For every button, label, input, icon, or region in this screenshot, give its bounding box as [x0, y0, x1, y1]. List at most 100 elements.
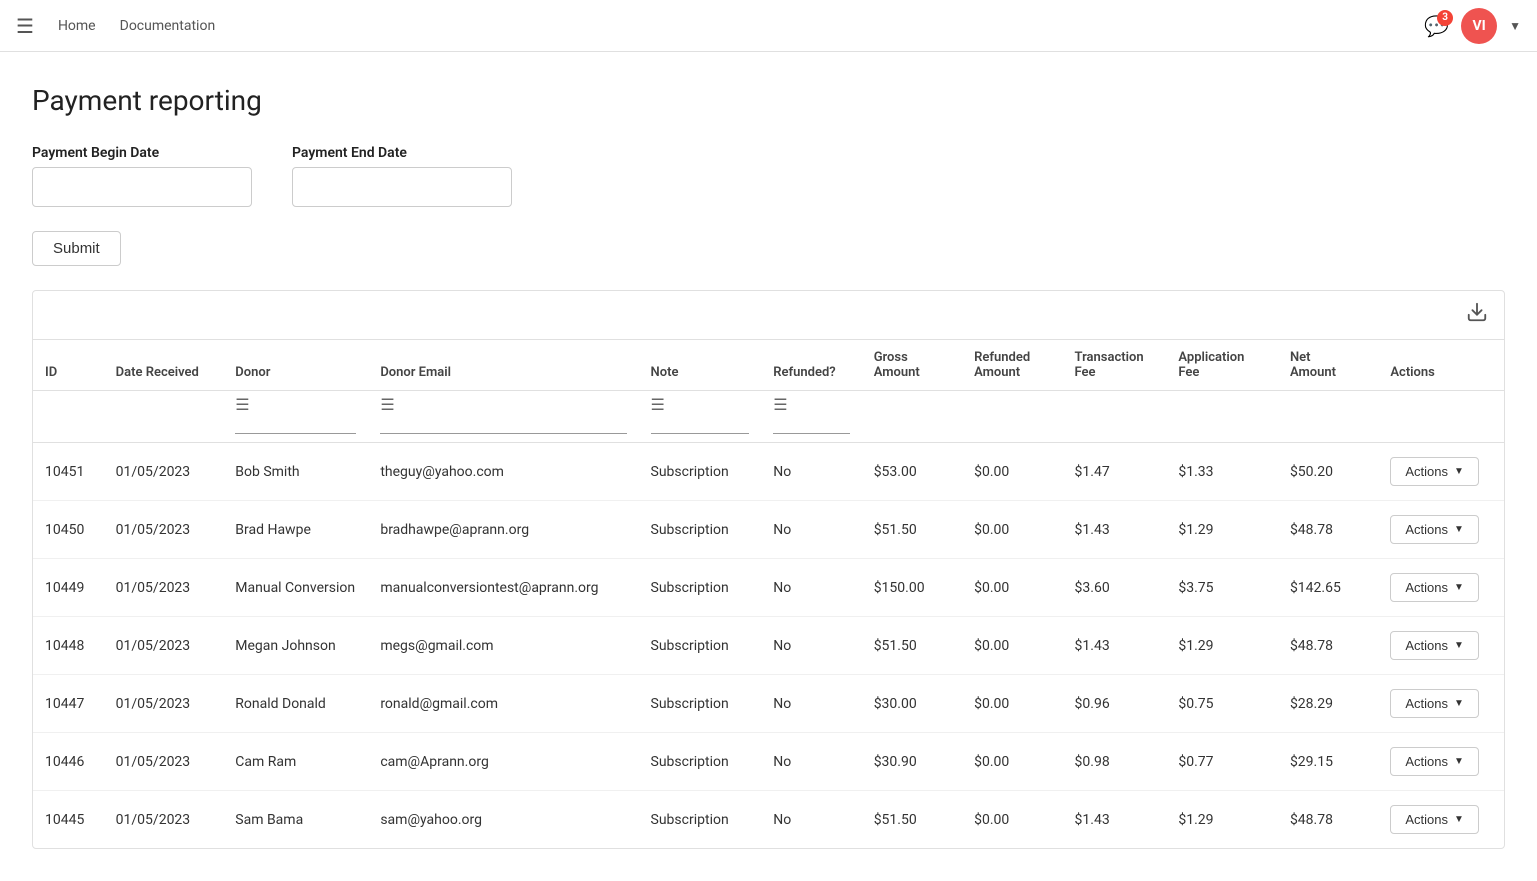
cell-tx-fee: $1.43 [1063, 501, 1167, 559]
submit-button[interactable]: Submit [32, 231, 121, 266]
begin-date-input[interactable] [32, 167, 252, 207]
cell-refunded: No [761, 675, 861, 733]
cell-id: 10448 [33, 617, 104, 675]
actions-chevron-icon: ▼ [1454, 466, 1464, 477]
cell-refunded-amt: $0.00 [962, 733, 1062, 791]
cell-app-fee: $0.77 [1166, 733, 1278, 791]
filter-date [104, 391, 224, 443]
notification-badge: 3 [1437, 10, 1453, 26]
actions-chevron-icon: ▼ [1454, 582, 1464, 593]
avatar[interactable]: VI [1461, 8, 1497, 44]
filter-refunded-icon[interactable]: ☰ [773, 395, 787, 414]
actions-button[interactable]: Actions ▼ [1390, 573, 1479, 602]
actions-button[interactable]: Actions ▼ [1390, 747, 1479, 776]
end-date-input[interactable] [292, 167, 512, 207]
cell-note: Subscription [639, 791, 762, 849]
cell-donor: Cam Ram [223, 733, 368, 791]
actions-chevron-icon: ▼ [1454, 698, 1464, 709]
table-body: 10451 01/05/2023 Bob Smith theguy@yahoo.… [33, 443, 1504, 849]
cell-donor: Brad Hawpe [223, 501, 368, 559]
payment-table: ID Date Received Donor Donor Email Note … [33, 340, 1504, 848]
col-header-note: Note [639, 340, 762, 391]
cell-donor: Ronald Donald [223, 675, 368, 733]
nav-documentation[interactable]: Documentation [120, 18, 216, 34]
col-header-gross: GrossAmount [862, 340, 962, 391]
filter-donor-input[interactable] [235, 414, 356, 434]
actions-button[interactable]: Actions ▼ [1390, 515, 1479, 544]
cell-email: sam@yahoo.org [368, 791, 638, 849]
cell-net: $142.65 [1278, 559, 1378, 617]
filter-appfee [1166, 391, 1278, 443]
cell-actions: Actions ▼ [1378, 617, 1504, 675]
cell-gross: $150.00 [862, 559, 962, 617]
actions-chevron-icon: ▼ [1454, 524, 1464, 535]
col-header-actions: Actions [1378, 340, 1504, 391]
actions-label: Actions [1405, 522, 1448, 537]
download-icon [1466, 301, 1488, 323]
actions-button[interactable]: Actions ▼ [1390, 689, 1479, 718]
cell-app-fee: $0.75 [1166, 675, 1278, 733]
cell-id: 10449 [33, 559, 104, 617]
filter-donor-icon[interactable]: ☰ [235, 395, 249, 414]
table-header-row: ID Date Received Donor Donor Email Note … [33, 340, 1504, 391]
cell-actions: Actions ▼ [1378, 559, 1504, 617]
cell-refunded: No [761, 791, 861, 849]
cell-app-fee: $1.29 [1166, 501, 1278, 559]
end-date-group: Payment End Date [292, 145, 512, 207]
filter-refunded-input[interactable] [773, 414, 849, 434]
cell-net: $28.29 [1278, 675, 1378, 733]
hamburger-icon[interactable]: ☰ [16, 14, 34, 38]
table-filter-row: ☰ ☰ ☰ ☰ [33, 391, 1504, 443]
filter-gross [862, 391, 962, 443]
cell-donor: Sam Bama [223, 791, 368, 849]
cell-tx-fee: $0.98 [1063, 733, 1167, 791]
navbar-left: ☰ Home Documentation [16, 14, 215, 38]
col-header-date: Date Received [104, 340, 224, 391]
cell-refunded-amt: $0.00 [962, 443, 1062, 501]
avatar-chevron-icon[interactable]: ▼ [1509, 19, 1521, 33]
filter-txfee [1063, 391, 1167, 443]
actions-chevron-icon: ▼ [1454, 814, 1464, 825]
cell-actions: Actions ▼ [1378, 675, 1504, 733]
actions-button[interactable]: Actions ▼ [1390, 631, 1479, 660]
filter-net [1278, 391, 1378, 443]
cell-app-fee: $1.29 [1166, 617, 1278, 675]
cell-id: 10446 [33, 733, 104, 791]
filter-note-input[interactable] [651, 414, 750, 434]
cell-note: Subscription [639, 501, 762, 559]
filter-note-icon[interactable]: ☰ [651, 395, 665, 414]
table-row: 10449 01/05/2023 Manual Conversion manua… [33, 559, 1504, 617]
table-row: 10446 01/05/2023 Cam Ram cam@Aprann.org … [33, 733, 1504, 791]
filter-refunded: ☰ [761, 391, 861, 443]
cell-gross: $51.50 [862, 617, 962, 675]
cell-net: $29.15 [1278, 733, 1378, 791]
cell-note: Subscription [639, 617, 762, 675]
filter-email-input[interactable] [380, 414, 626, 434]
filter-id [33, 391, 104, 443]
notification-button[interactable]: 💬 3 [1424, 14, 1449, 38]
download-button[interactable] [1466, 301, 1488, 329]
actions-button[interactable]: Actions ▼ [1390, 805, 1479, 834]
cell-refunded: No [761, 559, 861, 617]
cell-gross: $53.00 [862, 443, 962, 501]
cell-refunded-amt: $0.00 [962, 675, 1062, 733]
cell-id: 10447 [33, 675, 104, 733]
main-content: Payment reporting Payment Begin Date Pay… [0, 52, 1537, 881]
actions-button[interactable]: Actions ▼ [1390, 457, 1479, 486]
cell-net: $48.78 [1278, 791, 1378, 849]
filter-note: ☰ [639, 391, 762, 443]
cell-note: Subscription [639, 733, 762, 791]
filter-email-icon[interactable]: ☰ [380, 395, 394, 414]
cell-app-fee: $1.33 [1166, 443, 1278, 501]
nav-home[interactable]: Home [58, 18, 96, 34]
cell-email: manualconversiontest@aprann.org [368, 559, 638, 617]
actions-label: Actions [1405, 696, 1448, 711]
cell-email: theguy@yahoo.com [368, 443, 638, 501]
cell-note: Subscription [639, 675, 762, 733]
cell-email: bradhawpe@aprann.org [368, 501, 638, 559]
cell-donor: Manual Conversion [223, 559, 368, 617]
cell-net: $50.20 [1278, 443, 1378, 501]
filter-donor: ☰ [223, 391, 368, 443]
col-header-transaction-fee: TransactionFee [1063, 340, 1167, 391]
date-filter-form: Payment Begin Date Payment End Date [32, 145, 1505, 207]
